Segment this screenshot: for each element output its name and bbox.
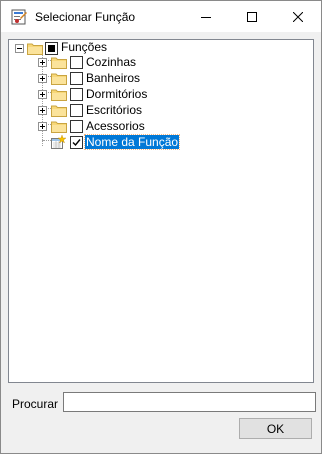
folder-icon xyxy=(51,89,67,101)
close-button[interactable] xyxy=(275,1,321,32)
tree-node-label: Cozinhas xyxy=(86,55,137,69)
search-input[interactable] xyxy=(63,392,316,412)
checkbox-banheiros[interactable] xyxy=(70,72,83,85)
maximize-icon xyxy=(247,11,257,22)
search-label: Procurar xyxy=(12,397,59,411)
tree-node-label: Funções xyxy=(61,40,108,54)
dialog-window: Selecionar Função Funções Cozinhas Banhe… xyxy=(0,0,322,454)
tree-node-label: Acessorios xyxy=(86,119,145,133)
tree-node-escritorios[interactable]: Escritórios xyxy=(9,102,309,118)
collapse-toggle[interactable] xyxy=(15,44,24,53)
checkbox-dormitorios[interactable] xyxy=(70,88,83,101)
expand-toggle[interactable] xyxy=(38,90,47,99)
tree-node-label-selected: Nome da Função xyxy=(83,134,181,150)
window-title: Selecionar Função xyxy=(35,10,136,24)
checkbox-escritorios[interactable] xyxy=(70,104,83,117)
tree-node-label: Banheiros xyxy=(86,71,141,85)
minimize-button[interactable] xyxy=(183,1,229,32)
tree-node-label: Escritórios xyxy=(86,103,143,117)
minimize-icon xyxy=(201,16,211,18)
close-icon xyxy=(293,11,303,22)
tree-node-acessorios[interactable]: Acessorios xyxy=(9,118,309,134)
folder-icon xyxy=(51,57,67,69)
expand-toggle[interactable] xyxy=(38,122,47,131)
title-bar[interactable]: Selecionar Função xyxy=(1,1,321,32)
tree-node-label: Dormitórios xyxy=(86,87,148,101)
tree-node-banheiros[interactable]: Banheiros xyxy=(9,70,309,86)
folder-icon xyxy=(51,121,67,133)
folder-icon xyxy=(51,105,67,117)
checkbox-nome-da-funcao[interactable] xyxy=(70,136,83,149)
new-item-icon xyxy=(51,135,67,149)
expand-toggle[interactable] xyxy=(38,74,47,83)
tree-node-dormitorios[interactable]: Dormitórios xyxy=(9,86,309,102)
expand-toggle[interactable] xyxy=(38,106,47,115)
checkbox-cozinhas[interactable] xyxy=(70,56,83,69)
checkmark-icon xyxy=(72,139,81,147)
expand-toggle[interactable] xyxy=(38,58,47,67)
checkbox-acessorios[interactable] xyxy=(70,120,83,133)
form-icon xyxy=(11,9,27,25)
maximize-button[interactable] xyxy=(229,1,275,32)
function-tree[interactable]: Funções Cozinhas Banheiros Dormitórios E… xyxy=(8,39,314,383)
folder-icon xyxy=(51,73,67,85)
tree-node-nome-da-funcao[interactable]: Nome da Função xyxy=(9,134,309,150)
tree-node-cozinhas[interactable]: Cozinhas xyxy=(9,54,309,70)
ok-button[interactable]: OK xyxy=(239,418,312,439)
